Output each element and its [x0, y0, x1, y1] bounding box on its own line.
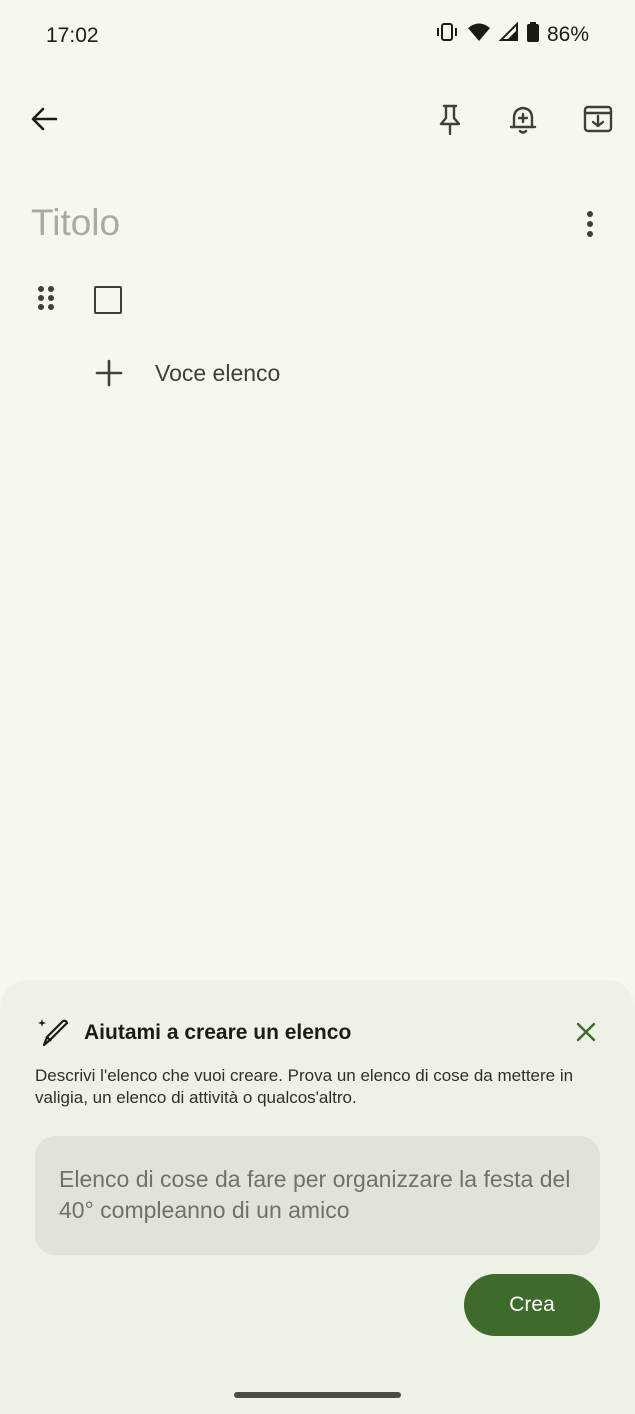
more-options-button[interactable]	[566, 202, 614, 250]
drag-handle[interactable]	[22, 276, 70, 324]
close-icon	[576, 1022, 596, 1047]
title-input[interactable]: Titolo	[31, 202, 120, 244]
battery-icon	[526, 22, 539, 47]
battery-percent: 86%	[546, 22, 589, 46]
signal-icon	[498, 21, 519, 47]
drag-dots-icon	[37, 285, 55, 316]
archive-icon	[583, 104, 613, 139]
pin-icon	[436, 103, 464, 140]
assist-description: Descrivi l'elenco che vuoi creare. Prova…	[35, 1066, 574, 1107]
pin-button[interactable]	[426, 97, 474, 145]
reminder-button[interactable]	[499, 97, 547, 145]
close-button[interactable]	[562, 1010, 610, 1058]
more-vert-icon	[586, 210, 594, 243]
back-button[interactable]	[20, 97, 68, 145]
assist-title: Aiutami a creare un elenco	[84, 1021, 352, 1044]
add-item-label[interactable]: Voce elenco	[155, 360, 280, 387]
plus-icon	[95, 359, 123, 392]
home-indicator[interactable]	[234, 1392, 401, 1398]
prompt-input[interactable]: Elenco di cose da fare per organizzare l…	[35, 1136, 600, 1255]
archive-button[interactable]	[574, 97, 622, 145]
bell-plus-icon	[509, 103, 537, 140]
item-checkbox[interactable]	[94, 286, 122, 314]
prompt-placeholder: Elenco di cose da fare per organizzare l…	[59, 1166, 571, 1223]
add-item-button[interactable]	[85, 351, 133, 399]
wifi-icon	[467, 22, 491, 47]
magic-pencil-icon	[36, 1017, 70, 1054]
vibrate-icon	[435, 22, 459, 47]
status-icons: 86%	[435, 21, 589, 47]
status-time: 17:02	[46, 24, 99, 47]
create-button[interactable]: Crea	[464, 1274, 600, 1336]
arrow-left-icon	[30, 105, 58, 138]
